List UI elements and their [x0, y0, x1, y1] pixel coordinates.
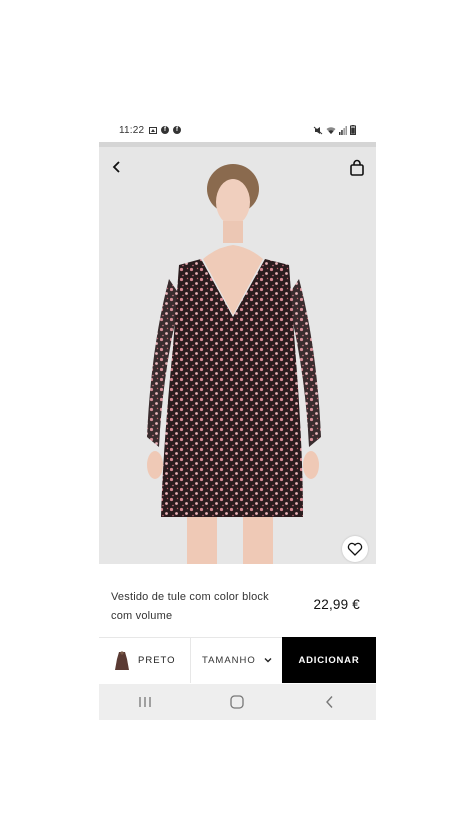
image-notification-icon — [149, 126, 157, 134]
product-price: 22,99 € — [313, 597, 360, 612]
signal-icon — [339, 125, 347, 135]
chevron-down-icon — [264, 658, 272, 663]
status-left-icons: f f — [149, 126, 181, 134]
back-icon — [325, 696, 333, 708]
color-label: PRETO — [138, 655, 176, 666]
favorite-button[interactable] — [342, 536, 368, 562]
product-name: Vestido de tule com color block com volu… — [111, 591, 269, 622]
status-bar: 11:22 f f — [99, 118, 376, 142]
mute-icon — [313, 126, 323, 134]
shopping-bag-button[interactable] — [348, 159, 366, 177]
size-label: TAMANHO — [202, 655, 256, 666]
purchase-actions: PRETO TAMANHO ADICIONAR — [99, 637, 376, 683]
add-to-cart-button[interactable]: ADICIONAR — [282, 637, 376, 683]
product-info: Vestido de tule com color block com volu… — [99, 564, 376, 637]
android-nav-bar — [99, 684, 376, 720]
product-image[interactable] — [99, 147, 376, 564]
system-back-button[interactable] — [315, 690, 345, 714]
dress-model-illustration — [147, 164, 321, 564]
status-time: 11:22 — [119, 125, 145, 136]
phone-screen: 11:22 f f Vestido de tule com color bloc… — [99, 118, 376, 720]
recent-apps-button[interactable] — [130, 690, 160, 714]
chevron-left-icon — [112, 161, 120, 173]
shopping-bag-icon — [350, 159, 364, 176]
battery-icon — [350, 125, 356, 135]
heart-outline-icon — [347, 542, 363, 556]
status-right-icons — [313, 125, 356, 135]
size-selector[interactable]: TAMANHO — [191, 638, 282, 683]
wifi-icon — [326, 126, 336, 134]
back-button[interactable] — [107, 157, 127, 177]
home-button[interactable] — [222, 690, 252, 714]
facebook-icon: f — [173, 126, 181, 134]
color-swatch-thumbnail — [115, 650, 129, 670]
facebook-icon: f — [161, 126, 169, 134]
color-selector[interactable]: PRETO — [99, 638, 191, 683]
home-icon — [230, 695, 245, 709]
recent-apps-icon — [139, 697, 151, 707]
